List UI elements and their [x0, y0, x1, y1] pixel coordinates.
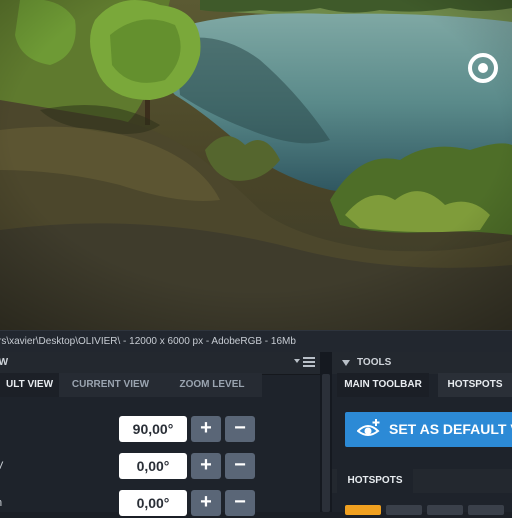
tilt-row: h 0,00° + −	[0, 490, 320, 518]
fov-row: / 90,00° + −	[0, 416, 320, 444]
fov-decrease-button[interactable]: −	[225, 416, 255, 442]
pan-label: V	[0, 460, 3, 472]
tools-panel-header: TOOLS	[332, 352, 512, 374]
tilt-label: h	[0, 497, 2, 509]
tilt-decrease-button[interactable]: −	[225, 490, 255, 516]
hamburger-menu-icon[interactable]	[294, 355, 316, 369]
tab-label: HOTSPOTS	[447, 379, 503, 390]
target-icon[interactable]	[467, 52, 499, 84]
hotspot-chip[interactable]	[427, 505, 463, 515]
tab-zoom-level[interactable]: ZOOM LEVEL	[162, 373, 262, 397]
hotspots-section-header: HOTSPOTS	[332, 469, 512, 493]
pan-increase-button[interactable]: +	[191, 453, 221, 479]
hotspot-chip[interactable]	[468, 505, 504, 515]
set-as-default-view-button[interactable]: SET AS DEFAULT VI	[345, 412, 512, 447]
tools-panel-title: TOOLS	[357, 357, 392, 368]
collapse-triangle-icon[interactable]	[342, 360, 350, 366]
tab-label: MAIN TOOLBAR	[344, 379, 422, 390]
tab-hotspots[interactable]: HOTSPOTS	[438, 373, 512, 397]
tilt-value-field[interactable]: 0,00°	[119, 490, 187, 516]
hotspots-section-title: HOTSPOTS	[337, 469, 413, 493]
scrollbar-thumb[interactable]	[322, 374, 330, 512]
tab-main-toolbar[interactable]: MAIN TOOLBAR	[337, 373, 429, 397]
eye-plus-icon	[357, 419, 380, 436]
tab-current-view[interactable]: CURRENT VIEW	[59, 373, 162, 397]
tilt-increase-button[interactable]: +	[191, 490, 221, 516]
panel-title: EW	[0, 357, 9, 368]
fov-increase-button[interactable]: +	[191, 416, 221, 442]
pan-row: V 0,00° + −	[0, 453, 320, 481]
tab-default-view[interactable]: ULT VIEW	[0, 373, 59, 397]
hotspot-chip-active[interactable]	[345, 505, 381, 515]
tab-label: CURRENT VIEW	[71, 379, 150, 390]
tab-label: ULT VIEW	[5, 379, 54, 390]
pan-value-field[interactable]: 0,00°	[119, 453, 187, 479]
pan-decrease-button[interactable]: −	[225, 453, 255, 479]
panel-divider-scrollbar[interactable]	[320, 352, 332, 512]
hotspot-chip[interactable]	[386, 505, 422, 515]
image-info-text: rs\xavier\Desktop\OLIVIER\ - 12000 x 600…	[0, 336, 296, 347]
image-info-bar: rs\xavier\Desktop\OLIVIER\ - 12000 x 600…	[0, 330, 512, 354]
panorama-viewport[interactable]	[0, 0, 512, 330]
fov-value-field[interactable]: 90,00°	[119, 416, 187, 442]
tab-label: ZOOM LEVEL	[179, 379, 245, 390]
panel-header: EW	[0, 352, 320, 375]
set-as-default-view-label: SET AS DEFAULT VI	[389, 421, 512, 437]
panorama-image	[0, 0, 512, 330]
